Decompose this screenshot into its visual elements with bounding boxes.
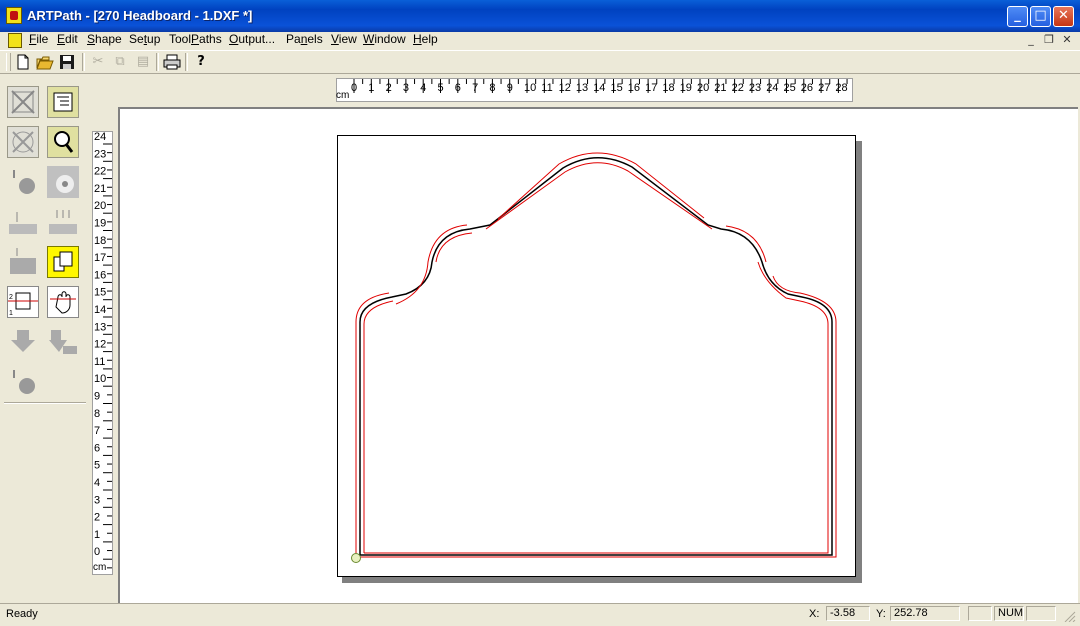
y-coordinate: 252.78 [890, 606, 960, 621]
x-coordinate: -3.58 [826, 606, 870, 621]
status-text: Ready [6, 608, 38, 620]
headboard-shape-path [359, 157, 833, 556]
x-label: X: [809, 608, 820, 620]
scroll-indicator [1026, 606, 1056, 621]
toolpath-outer [355, 152, 837, 558]
origin-marker [351, 553, 361, 563]
caps-indicator [968, 606, 992, 621]
resize-grip[interactable] [1062, 610, 1076, 623]
y-label: Y: [876, 608, 886, 620]
headboard-drawing[interactable] [0, 0, 1080, 626]
toolpath-inner [363, 162, 829, 554]
num-indicator: NUM [994, 606, 1024, 621]
